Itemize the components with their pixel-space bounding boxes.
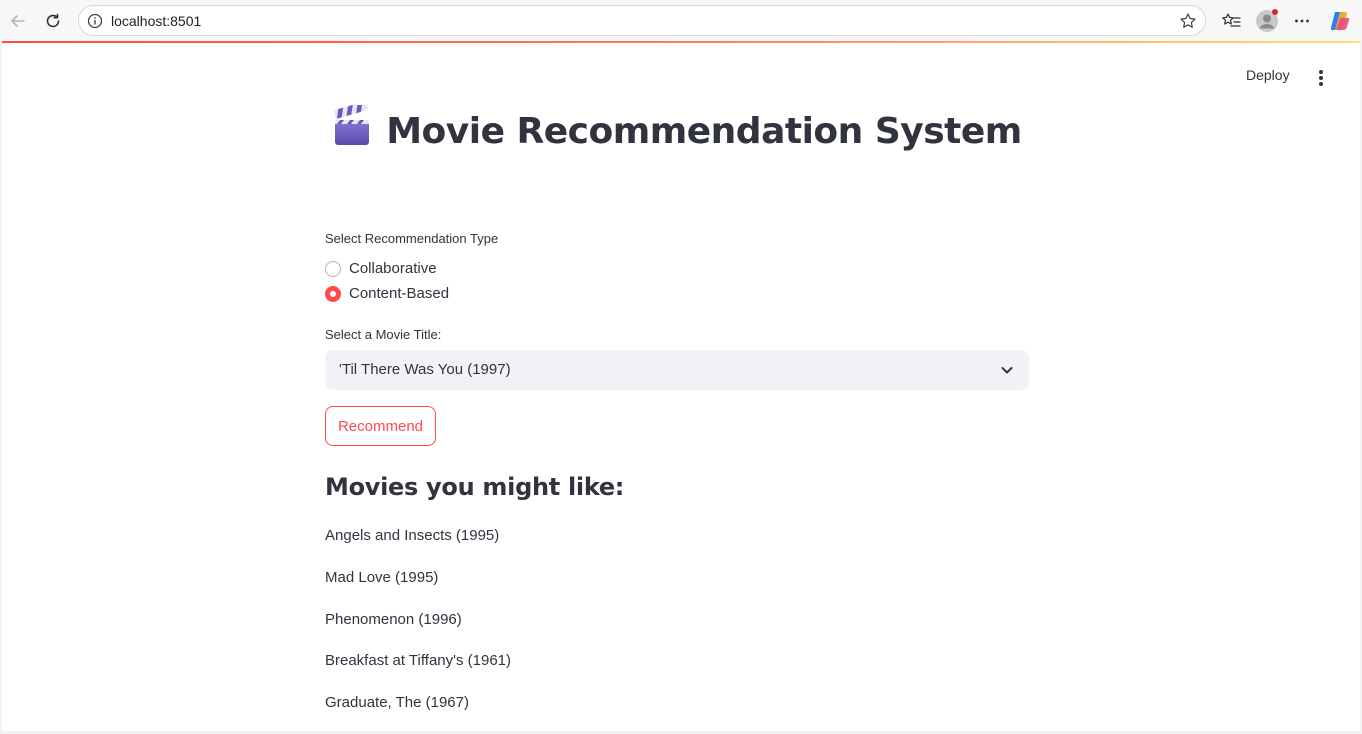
page-title-block: Movie Recommendation System <box>325 105 1029 158</box>
more-options-icon[interactable] <box>1290 9 1314 33</box>
recommended-movie: Mad Love (1995) <box>325 569 439 586</box>
radio-button-content-based[interactable] <box>325 285 341 302</box>
streamlit-app: Deploy Movie Recommendation System Selec… <box>2 43 1360 731</box>
profile-avatar[interactable] <box>1255 9 1279 33</box>
favorite-star-icon[interactable] <box>1179 12 1197 30</box>
radio-label-collaborative: Collaborative <box>349 260 437 277</box>
site-info-icon[interactable] <box>87 13 103 29</box>
url-text: localhost:8501 <box>111 13 202 29</box>
radio-option-content-based[interactable]: Content-Based <box>325 285 449 302</box>
browser-toolbar: localhost:8501 <box>0 0 1362 41</box>
radio-option-collaborative[interactable]: Collaborative <box>325 260 437 277</box>
radio-button-collaborative[interactable] <box>325 260 341 277</box>
movie-select-label: Select a Movie Title: <box>325 327 442 342</box>
deploy-button[interactable]: Deploy <box>1246 67 1290 83</box>
favorites-icon[interactable] <box>1219 9 1243 33</box>
copilot-icon[interactable] <box>1328 9 1352 33</box>
recommended-movie: Breakfast at Tiffany's (1961) <box>325 652 512 669</box>
movie-select-value: 'Til There Was You (1997) <box>339 361 511 378</box>
address-bar[interactable]: localhost:8501 <box>78 5 1206 36</box>
movie-select-dropdown[interactable]: 'Til There Was You (1997) <box>325 350 1029 390</box>
recommended-movie: Graduate, The (1967) <box>325 694 469 711</box>
reload-icon <box>46 13 60 28</box>
recommend-button[interactable]: Recommend <box>325 406 436 446</box>
page-title-text: Movie Recommendation System <box>386 111 1022 152</box>
reload-button[interactable] <box>40 8 66 34</box>
recommended-movie: Angels and Insects (1995) <box>325 527 500 544</box>
chevron-down-icon[interactable] <box>999 362 1015 378</box>
back-arrow-icon <box>11 15 25 27</box>
main-menu-icon[interactable] <box>1310 67 1332 89</box>
radio-label-content-based: Content-Based <box>349 285 450 302</box>
page-title: Movie Recommendation System <box>325 105 1029 158</box>
clapper-board-icon <box>334 105 370 145</box>
results-heading: Movies you might like: <box>325 473 625 501</box>
back-button[interactable] <box>5 8 31 34</box>
recommendation-type-label: Select Recommendation Type <box>325 231 499 246</box>
recommended-movie: Phenomenon (1996) <box>325 611 462 628</box>
